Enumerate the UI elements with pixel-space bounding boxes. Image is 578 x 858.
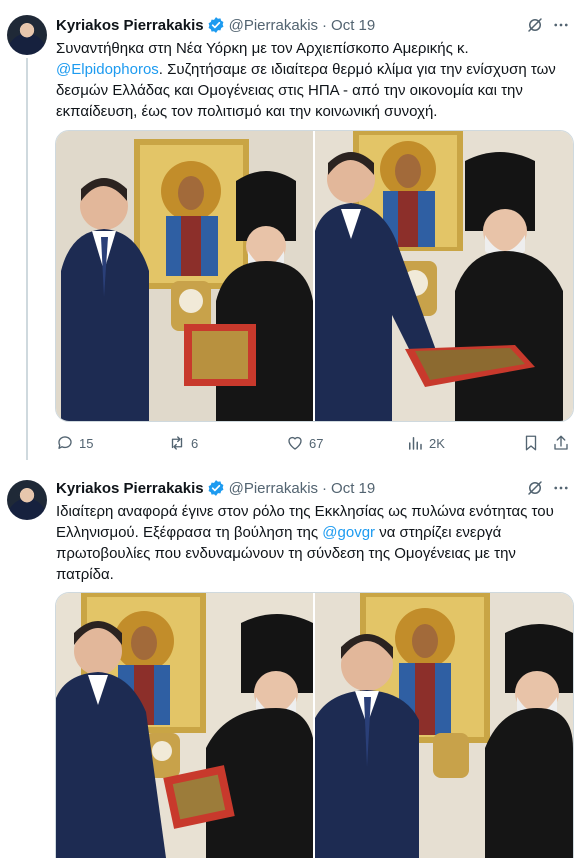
author-handle[interactable]: @Pierrakakis [229, 480, 318, 497]
tweet-media [55, 130, 574, 422]
text-segment: εκπαίδευση, έως τον πολιτισμό και την κο… [56, 103, 438, 120]
text-line: Ελληνισμού. Εξέφρασα τη βούληση της @gov… [56, 522, 562, 543]
text-line: εκπαίδευση, έως τον πολιτισμό και την κο… [56, 101, 562, 122]
views-icon [409, 437, 422, 450]
text-segment: πατρίδα. [56, 566, 114, 583]
views-button[interactable]: 2K [406, 434, 445, 452]
text-line: δεσμών Ελλάδας και Ομογένειας στις ΗΠΑ -… [56, 80, 562, 101]
text-line: πατρίδα. [56, 564, 562, 585]
photo-meeting-3-image [56, 593, 313, 858]
author-name[interactable]: Kyriakos Pierrakakis [56, 17, 204, 34]
tweet-time[interactable]: Oct 19 [331, 480, 375, 497]
photo-meeting-2-image [315, 131, 573, 421]
like-button[interactable]: 67 [286, 434, 323, 452]
text-segment: πρωτοβουλίες που ενδυναμώνουν τη σύνδεση… [56, 545, 516, 562]
verified-badge-icon[interactable] [207, 479, 225, 497]
photo-meeting-4[interactable] [315, 593, 573, 858]
tweet-1[interactable]: Kyriakos Pierrakakis @Pierrakakis · Oct … [0, 0, 578, 465]
mention-govgr-link[interactable]: @govgr [322, 524, 375, 541]
bookmark-icon [525, 435, 537, 451]
author-handle[interactable]: @Pierrakakis [229, 17, 318, 34]
text-line: Συναντήθηκα στη Νέα Υόρκη με τον Αρχιεπί… [56, 38, 562, 59]
share-icon [554, 435, 568, 450]
text-segment: δεσμών Ελλάδας και Ομογένειας στις ΗΠΑ -… [56, 82, 523, 99]
text-segment: να στηρίζει ενεργά [375, 524, 502, 541]
grok-icon[interactable] [526, 479, 544, 497]
reply-count: 15 [79, 435, 94, 451]
avatar[interactable] [7, 480, 47, 520]
photo-meeting-3[interactable] [56, 593, 313, 858]
views-count: 2K [429, 435, 445, 451]
text-line: @Elpidophoros. Συζητήσαμε σε ιδιαίτερα θ… [56, 59, 562, 80]
mention-elpidophoros-link[interactable]: @Elpidophoros [56, 61, 159, 78]
tweet-2[interactable]: Kyriakos Pierrakakis @Pierrakakis · Oct … [0, 465, 578, 858]
photo-meeting-4-image [315, 593, 573, 858]
tweet-time[interactable]: Oct 19 [331, 17, 375, 34]
like-count: 67 [309, 435, 324, 451]
tweet-media [55, 592, 574, 858]
photo-meeting-2[interactable] [315, 131, 573, 421]
retweet-count: 6 [191, 435, 199, 451]
retweet-icon [171, 436, 183, 450]
text-segment: Ιδιαίτερη αναφορά έγινε στον ρόλο της Εκ… [56, 503, 554, 520]
text-line: πρωτοβουλίες που ενδυναμώνουν τη σύνδεση… [56, 543, 562, 564]
separator-dot: · [322, 479, 328, 497]
text-segment: Συναντήθηκα στη Νέα Υόρκη με τον Αρχιεπί… [56, 40, 469, 57]
reply-button[interactable]: 15 [56, 434, 93, 452]
tweet-actions: 15 6 67 2K [56, 434, 570, 454]
photo-meeting-1-image [56, 131, 313, 421]
tweet-text: Ιδιαίτερη αναφορά έγινε στον ρόλο της Εκ… [56, 501, 562, 585]
tweet-text: Συναντήθηκα στη Νέα Υόρκη με τον Αρχιεπί… [56, 38, 562, 122]
retweet-button[interactable]: 6 [168, 434, 198, 452]
bookmark-button[interactable] [522, 434, 540, 452]
verified-badge-icon[interactable] [207, 16, 225, 34]
tweet-header: Kyriakos Pierrakakis @Pierrakakis · Oct … [56, 478, 375, 498]
like-icon [288, 436, 302, 450]
more-icon[interactable] [552, 16, 570, 34]
separator-dot: · [322, 16, 328, 34]
text-line: Ιδιαίτερη αναφορά έγινε στον ρόλο της Εκ… [56, 501, 562, 522]
photo-meeting-1[interactable] [56, 131, 313, 421]
share-button[interactable] [552, 434, 570, 452]
author-name[interactable]: Kyriakos Pierrakakis [56, 480, 204, 497]
reply-icon [58, 436, 72, 449]
tweet-header: Kyriakos Pierrakakis @Pierrakakis · Oct … [56, 15, 375, 35]
avatar[interactable] [7, 15, 47, 55]
text-segment: . Συζητήσαμε σε ιδιαίτερα θερμό κλίμα γι… [158, 61, 556, 78]
text-segment: Ελληνισμού. Εξέφρασα τη βούληση της [56, 524, 323, 541]
more-icon[interactable] [552, 479, 570, 497]
grok-icon[interactable] [526, 16, 544, 34]
